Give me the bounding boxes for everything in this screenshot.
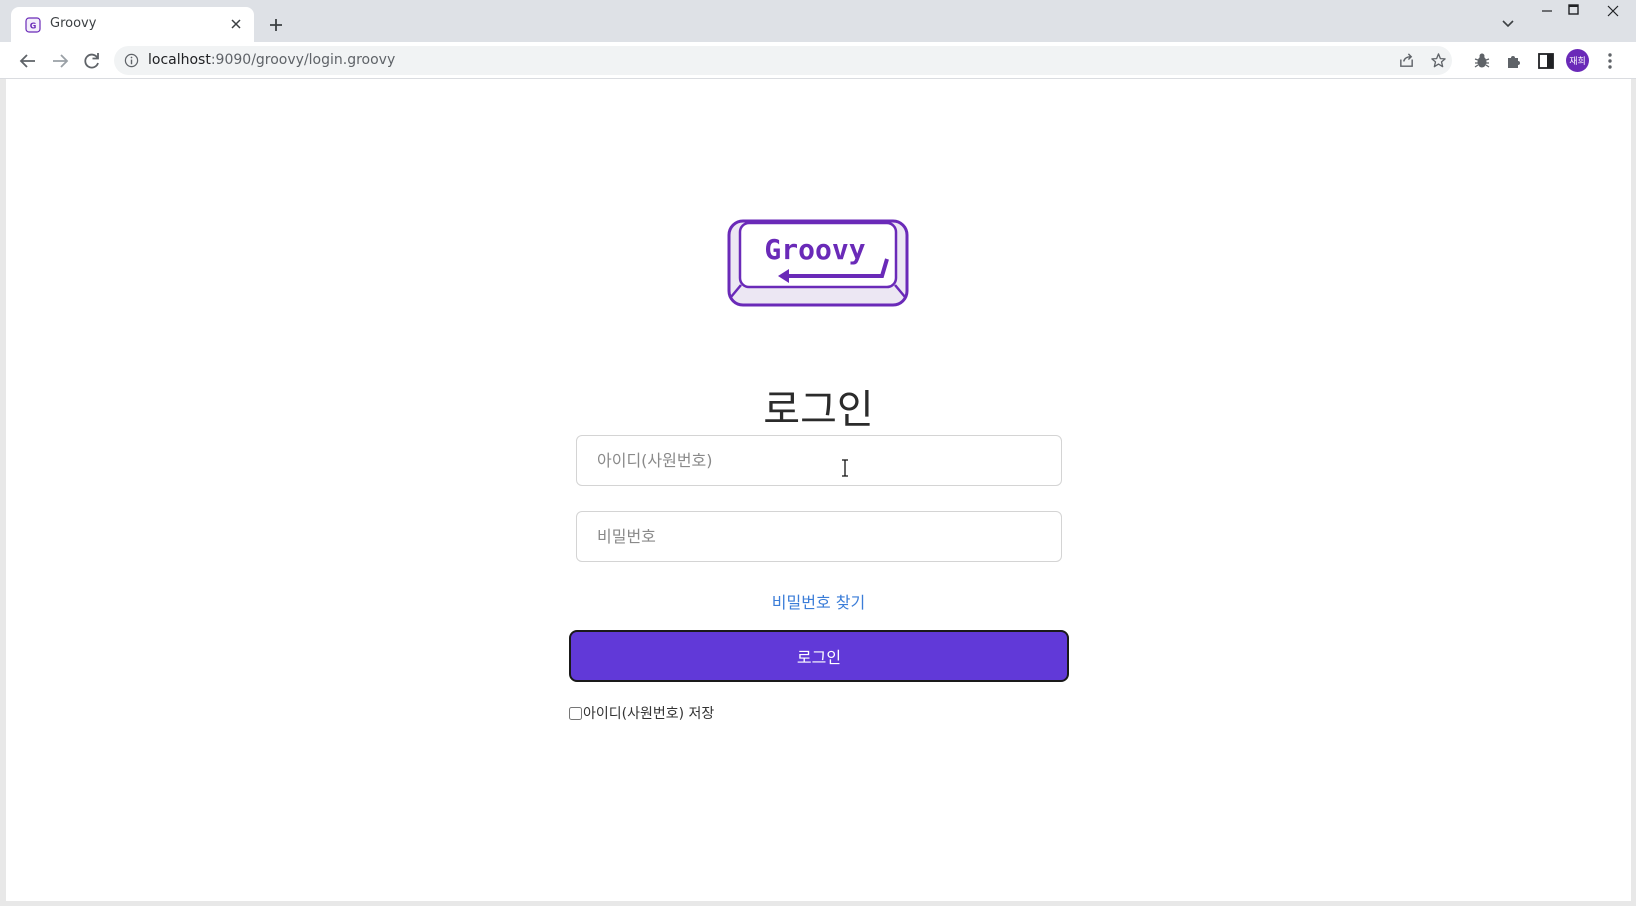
browser-tabstrip: G Groovy bbox=[0, 0, 1636, 42]
plus-icon[interactable] bbox=[266, 15, 286, 35]
login-button[interactable]: 로그인 bbox=[569, 630, 1069, 682]
remember-id-label: 아이디(사원번호) 저장 bbox=[583, 706, 715, 722]
employee-id-input[interactable] bbox=[576, 435, 1062, 486]
reload-icon[interactable] bbox=[81, 50, 103, 72]
window-close-icon[interactable] bbox=[1590, 0, 1636, 22]
address-bar[interactable]: localhost:9090/groovy/login.groovy bbox=[114, 46, 1452, 75]
groovy-logo: Groovy bbox=[727, 219, 909, 307]
tab-title: Groovy bbox=[50, 16, 97, 31]
page-title: 로그인 bbox=[763, 387, 874, 433]
url-path: :9090/groovy/login.groovy bbox=[210, 52, 396, 68]
find-password-link[interactable]: 비밀번호 찾기 bbox=[6, 589, 1631, 613]
password-input[interactable] bbox=[576, 511, 1062, 562]
profile-avatar[interactable]: 재희 bbox=[1566, 49, 1589, 72]
browser-tab[interactable]: G Groovy bbox=[11, 7, 254, 42]
logo-text: Groovy bbox=[764, 233, 865, 266]
more-vertical-icon[interactable] bbox=[1600, 51, 1620, 71]
browser-toolbar: localhost:9090/groovy/login.groovy 재희 bbox=[0, 42, 1636, 79]
bug-extension-icon[interactable] bbox=[1472, 51, 1492, 71]
text-cursor-icon bbox=[842, 459, 848, 477]
url-text: localhost:9090/groovy/login.groovy bbox=[148, 52, 395, 68]
svg-text:G: G bbox=[30, 22, 37, 31]
chevron-down-icon[interactable] bbox=[1500, 15, 1516, 31]
remember-id-option[interactable]: 아이디(사원번호) 저장 bbox=[569, 703, 714, 723]
extensions-puzzle-icon[interactable] bbox=[1504, 51, 1524, 71]
star-icon[interactable] bbox=[1430, 52, 1447, 69]
info-icon[interactable] bbox=[124, 53, 139, 68]
close-icon[interactable] bbox=[228, 16, 244, 32]
share-icon[interactable] bbox=[1398, 52, 1415, 69]
page-viewport: Groovy 로그인 비밀번호 찾기 로그인 아이디(사원번호) 저장 bbox=[6, 79, 1631, 901]
forward-arrow-icon[interactable] bbox=[49, 50, 71, 72]
back-arrow-icon[interactable] bbox=[17, 50, 39, 72]
url-host: localhost bbox=[148, 52, 211, 68]
side-panel-icon[interactable] bbox=[1536, 51, 1556, 71]
remember-id-checkbox[interactable] bbox=[569, 706, 582, 720]
groovy-favicon-icon: G bbox=[25, 17, 41, 33]
